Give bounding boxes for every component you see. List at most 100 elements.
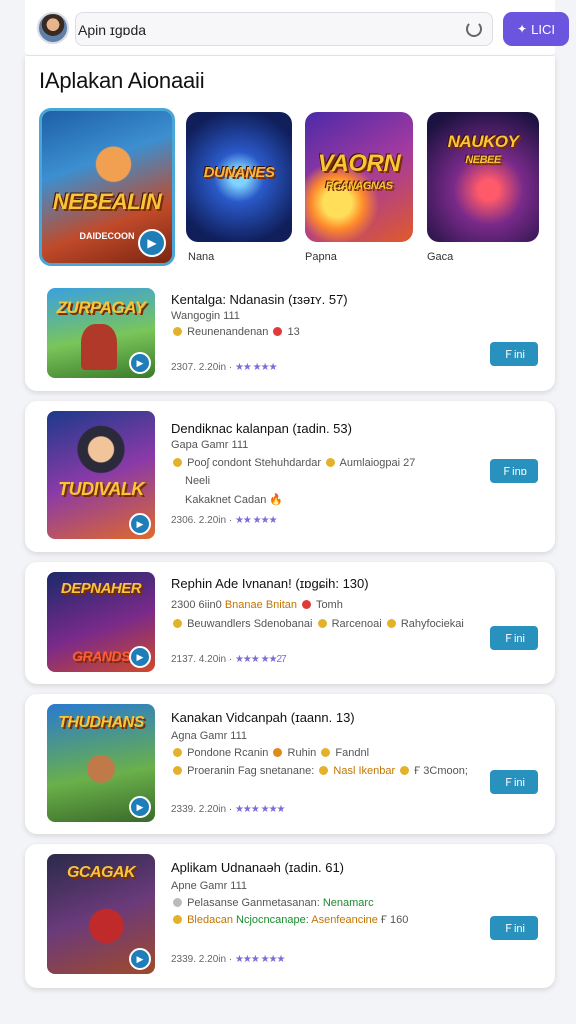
tile-art-subtitle: RCANAGNAS <box>325 180 394 192</box>
thumb-art-title: TUDIVALK <box>58 479 144 499</box>
item-subtitle: Wangogin 111 <box>171 310 240 322</box>
rating-stars: ★★ ★★★ <box>234 515 278 526</box>
item-detail: Pooʃ condont Stehuhdardar Aumlaiogpai 27 <box>171 457 415 469</box>
tile-label: Gaca <box>427 251 454 263</box>
detail-text: Rarcenoai <box>331 618 382 630</box>
thumb-art-title: ZURPAGAY <box>56 298 146 317</box>
featured-tile[interactable]: DUNANES <box>186 112 292 242</box>
meta-date: 2339. 2.20in <box>171 804 227 815</box>
character-figure <box>81 324 117 370</box>
coin-icon <box>319 766 329 775</box>
detail-text: Nenamarc <box>322 897 374 909</box>
item-title: Aplikam Udnanaəh (ɪadin. 61) <box>171 860 345 875</box>
detail-text: Beuwandlers Sdenobanai <box>187 618 313 630</box>
tile-art-title: DUNANES <box>203 164 275 181</box>
item-meta: 2339. 2.20in · ★★★ ★★★ <box>171 954 286 965</box>
detail-text: Pelasanse Ganmetasanan: <box>187 897 320 909</box>
play-icon[interactable]: ▶ <box>129 352 151 374</box>
rating-stars: ★★★ ★★★ <box>234 954 286 965</box>
star-icon <box>173 915 182 924</box>
meta-date: 2307. 2.20in <box>171 362 227 373</box>
detail-text: Proeranin Fag snetanane: <box>187 765 315 777</box>
item-detail: Proeranin Fag snetanane: Nasl Ikenbar Ғ … <box>171 765 468 777</box>
get-button[interactable]: Ｆini <box>490 342 538 366</box>
alert-icon <box>302 600 312 609</box>
info-icon <box>173 898 182 907</box>
list-card[interactable]: GCAGAK ▶ Aplikam Udnanaəh (ɪadin. 61) Ap… <box>25 844 555 988</box>
refresh-icon[interactable] <box>466 21 482 37</box>
search-input[interactable]: Apin ɪgɒda <box>75 12 493 46</box>
detail-text: Fandnl <box>335 747 370 759</box>
meta-date: 2306. 2.20in <box>171 515 227 526</box>
item-subtitle: Apne Gamr 111 <box>171 880 248 892</box>
rating-stars: ★★ ★★★ <box>234 362 278 373</box>
thumb-art-title: THUDHANS <box>58 714 144 731</box>
login-button[interactable]: ✦ LICI <box>503 12 569 46</box>
detail-text: Kakaknet Cadan <box>185 494 267 506</box>
get-button[interactable]: Ｆini <box>490 916 538 940</box>
list-card[interactable]: DEPNAHER GRANDS ▶ Rephin Ade Ivnanan! (ɪ… <box>25 562 555 684</box>
coin-icon <box>386 619 396 628</box>
item-subtitle: Agna Gamr 111 <box>171 730 248 742</box>
rating-stars: ★★★ ★★27 <box>234 654 287 665</box>
controller-icon: ✦ <box>517 22 528 36</box>
coin-icon <box>326 458 336 467</box>
coin-icon <box>273 748 283 757</box>
detail-text: Reunenandenan <box>187 326 269 338</box>
game-thumbnail[interactable]: TUDIVALK ▶ <box>47 411 155 539</box>
rating-stars: ★★★ ★★★ <box>234 804 286 815</box>
item-detail: 2300 6iin0 Bnanae Bnitan Tomh <box>171 599 343 611</box>
tile-art-title: NAUKOY <box>447 132 519 151</box>
get-button[interactable]: Ｆini <box>490 770 538 794</box>
game-thumbnail[interactable]: DEPNAHER GRANDS ▶ <box>47 572 155 672</box>
featured-section: IAplakan Aionaaii NEBEALIN DAIDECOON ▶ D… <box>25 56 555 391</box>
game-thumbnail[interactable]: THUDHANS ▶ <box>47 704 155 822</box>
tile-label: Papna <box>305 251 337 263</box>
user-avatar[interactable] <box>37 12 69 44</box>
detail-text: Ғ 160 <box>380 914 409 926</box>
heart-icon <box>273 327 283 336</box>
featured-tile[interactable]: NEBEALIN DAIDECOON ▶ <box>39 108 175 266</box>
thumb-art-title: DEPNAHER <box>60 580 142 597</box>
detail-text: Ruhin <box>287 747 317 759</box>
featured-tile[interactable]: NAUKOY NEBEE <box>427 112 539 242</box>
detail-text: Asenfeancine <box>311 914 378 926</box>
tile-art-title: NEBEALIN <box>52 189 162 214</box>
coin-icon <box>400 766 410 775</box>
detail-text: Rahyfociekai <box>400 618 464 630</box>
login-button-label: LICI <box>531 21 555 37</box>
meta-date: 2339. 2.20in <box>171 954 227 965</box>
star-icon <box>173 766 182 775</box>
play-icon[interactable]: ▶ <box>129 513 151 535</box>
get-button[interactable]: Ｆini <box>490 626 538 650</box>
coin-icon <box>173 327 182 336</box>
item-title: Dendiknac kalanpan (ɪadin. 53) <box>171 421 352 436</box>
play-icon[interactable]: ▶ <box>129 948 151 970</box>
detail-text: Aumlaiogpai 27 <box>339 457 416 469</box>
featured-tile[interactable]: VAORN RCANAGNAS <box>305 112 413 242</box>
coin-icon <box>173 458 182 467</box>
meta-date: 2137. 4.20in <box>171 654 227 665</box>
detail-text: Bnanae Bnitan <box>224 599 298 611</box>
top-bar: Apin ɪgɒda ✦ LICI <box>25 0 569 56</box>
play-icon[interactable]: ▶ <box>129 796 151 818</box>
item-detail: Neeli <box>185 475 211 487</box>
game-thumbnail[interactable]: ZURPAGAY ▶ <box>47 288 155 378</box>
play-icon[interactable]: ▶ <box>129 646 151 668</box>
play-icon[interactable]: ▶ <box>138 229 166 257</box>
detail-text: Tomh <box>315 599 343 611</box>
item-detail: Pondone Rcanin Ruhin Fandnl <box>171 747 369 759</box>
thumb-art-title: GCAGAK <box>66 864 136 881</box>
item-title: Rephin Ade Ivnanan! (ɪɒɡɕih: 130) <box>171 576 369 591</box>
game-thumbnail[interactable]: GCAGAK ▶ <box>47 854 155 974</box>
tile-art-title: VAORN <box>317 150 401 177</box>
get-button[interactable]: Ｆinɒ <box>490 459 538 483</box>
list-card[interactable]: TUDIVALK ▶ Dendiknac kalanpan (ɪadin. 53… <box>25 401 555 552</box>
detail-text: Pooʃ condont Stehuhdardar <box>187 457 321 469</box>
item-meta: 2307. 2.20in · ★★ ★★★ <box>171 362 278 373</box>
item-title: Kentalga: Ndanasin (ɪɜəɪʏ. 57) <box>171 292 348 307</box>
coin-icon <box>317 619 327 628</box>
list-card[interactable]: THUDHANS ▶ Kanakan Vidcanpah (ɪaann. 13)… <box>25 694 555 834</box>
item-detail: Pelasanse Ganmetasanan: Nenamarc <box>171 897 374 909</box>
detail-count: 13 <box>287 326 300 338</box>
